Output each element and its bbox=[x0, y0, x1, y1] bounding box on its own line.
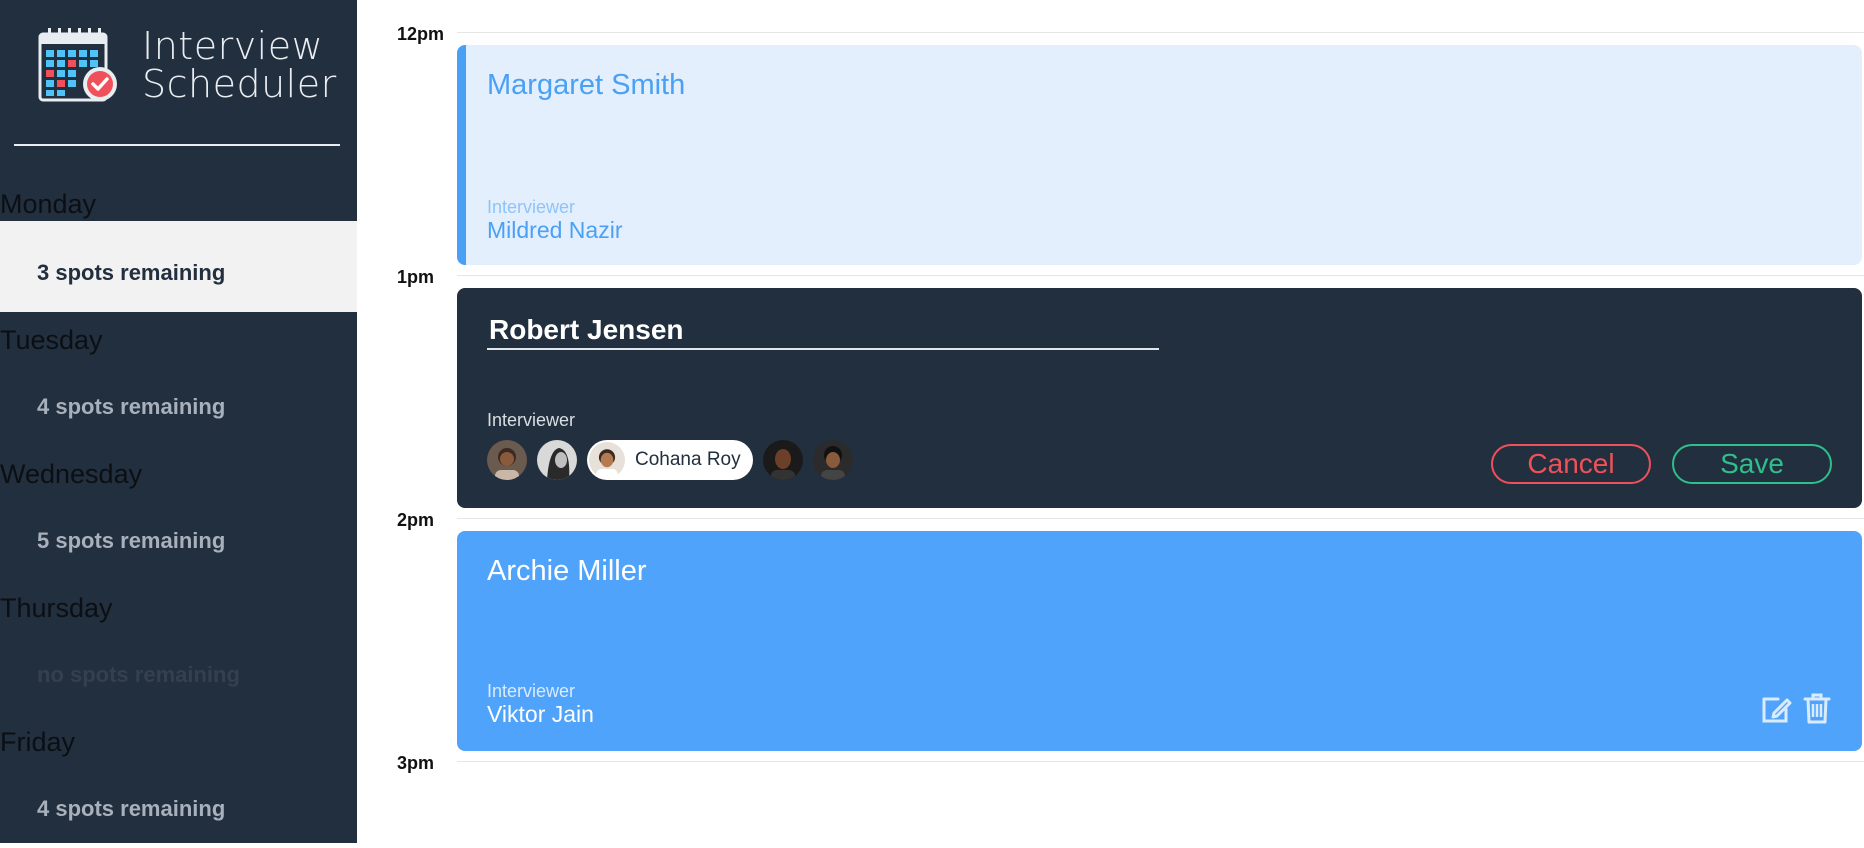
sidebar-divider bbox=[14, 144, 340, 146]
app-title-line-1: Interview bbox=[142, 24, 324, 68]
day-spots: 3 spots remaining bbox=[37, 260, 226, 285]
day-item-monday[interactable]: Monday 3 spots remaining bbox=[0, 178, 357, 312]
app-title: Interview Scheduler bbox=[142, 27, 337, 103]
trash-icon[interactable] bbox=[1800, 691, 1834, 725]
interviewer-list: Cohana Roy bbox=[487, 440, 863, 480]
appointment-card: Archie Miller Interviewer Viktor Jain bbox=[457, 531, 1862, 751]
day-name: Tuesday bbox=[0, 325, 103, 355]
student-name-input[interactable] bbox=[487, 312, 1159, 350]
interviewer-label: Interviewer bbox=[487, 410, 576, 430]
day-spots: 4 spots remaining bbox=[37, 394, 226, 419]
day-name: Thursday bbox=[0, 593, 113, 623]
schedule: 12pm Margaret Smith Interviewer Mildred … bbox=[357, 0, 1864, 843]
day-item-friday[interactable]: Friday 4 spots remaining bbox=[0, 714, 357, 848]
interviewer-avatar-5[interactable] bbox=[813, 440, 853, 480]
appointment-form: Interviewer Cohana Roy Ca bbox=[457, 288, 1862, 508]
interviewer-avatar-1[interactable] bbox=[487, 440, 527, 480]
cancel-button[interactable]: Cancel bbox=[1491, 444, 1651, 484]
time-divider bbox=[457, 518, 1864, 519]
edit-icon[interactable] bbox=[1760, 691, 1794, 725]
interviewer-name: Viktor Jain bbox=[487, 701, 594, 727]
day-item-tuesday[interactable]: Tuesday 4 spots remaining bbox=[0, 312, 357, 446]
time-label: 2pm bbox=[397, 510, 435, 530]
calendar-check-icon bbox=[38, 28, 117, 102]
interviewer-avatar-2[interactable] bbox=[537, 440, 577, 480]
interviewer-name: Mildred Nazir bbox=[487, 217, 623, 243]
day-spots: no spots remaining bbox=[37, 662, 240, 687]
time-label: 3pm bbox=[397, 753, 435, 773]
student-name: Margaret Smith bbox=[487, 69, 686, 101]
day-name: Wednesday bbox=[0, 459, 143, 489]
sidebar: Interview Scheduler Monday 3 spots remai… bbox=[0, 0, 357, 843]
day-spots: 5 spots remaining bbox=[37, 528, 226, 553]
time-divider bbox=[457, 275, 1864, 276]
app-title-line-2: Scheduler bbox=[142, 62, 337, 106]
day-name: Friday bbox=[0, 727, 76, 757]
day-spots: 4 spots remaining bbox=[37, 796, 226, 821]
interviewer-label: Interviewer bbox=[487, 197, 576, 217]
selected-interviewer-name: Cohana Roy bbox=[635, 449, 741, 470]
time-divider bbox=[457, 32, 1864, 33]
interviewer-avatar-4[interactable] bbox=[763, 440, 803, 480]
appointment-actions bbox=[1754, 691, 1834, 725]
time-label: 1pm bbox=[397, 267, 435, 287]
brand: Interview Scheduler bbox=[38, 26, 337, 104]
interviewer-label: Interviewer bbox=[487, 681, 576, 701]
day-list: Monday 3 spots remaining Tuesday 4 spots… bbox=[0, 178, 357, 848]
day-item-thursday[interactable]: Thursday no spots remaining bbox=[0, 580, 357, 714]
interviewer-selected[interactable]: Cohana Roy bbox=[587, 440, 753, 480]
time-divider bbox=[457, 761, 1864, 762]
time-label: 12pm bbox=[397, 24, 445, 44]
day-item-wednesday[interactable]: Wednesday 5 spots remaining bbox=[0, 446, 357, 580]
student-name: Archie Miller bbox=[487, 555, 647, 587]
day-name: Monday bbox=[0, 178, 357, 221]
appointment-card: Margaret Smith Interviewer Mildred Nazir bbox=[457, 45, 1862, 265]
save-button[interactable]: Save bbox=[1672, 444, 1832, 484]
